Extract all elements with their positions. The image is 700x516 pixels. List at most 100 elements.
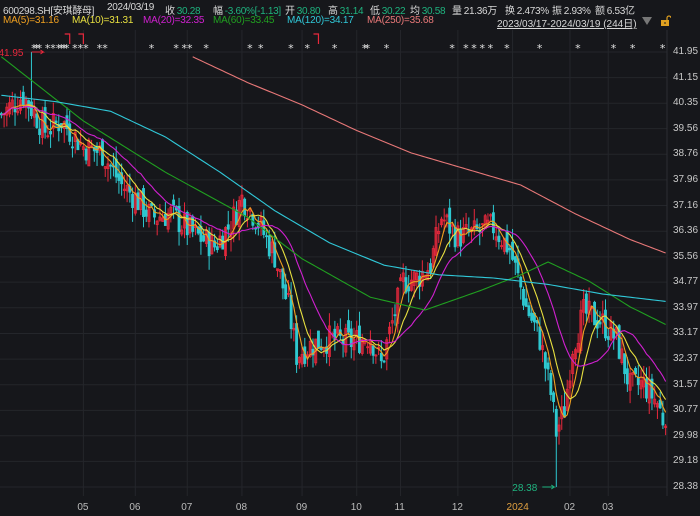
candle-body <box>549 372 553 395</box>
candle-body <box>393 314 397 317</box>
candle-body <box>448 207 452 234</box>
x-tick-label: 05 <box>77 502 89 513</box>
candle-body <box>202 235 206 242</box>
candle-body <box>215 246 219 251</box>
candle-body <box>68 123 72 142</box>
event-star-icon[interactable]: * <box>575 42 581 55</box>
candle-body <box>317 330 320 349</box>
candle-body <box>459 228 463 247</box>
y-tick-label: 28.38 <box>673 481 699 492</box>
y-tick-label: 37.96 <box>673 173 699 185</box>
candle-body <box>71 146 74 149</box>
candle-body <box>623 353 627 375</box>
candle-body <box>207 231 211 257</box>
candle-body <box>636 377 640 386</box>
event-star-icon[interactable]: * <box>537 42 543 55</box>
event-star-icon[interactable]: * <box>64 42 70 55</box>
y-tick-label: 30.77 <box>673 404 699 416</box>
event-star-icon[interactable]: * <box>288 42 294 55</box>
event-star-icon[interactable]: * <box>384 42 390 55</box>
y-tick-label: 33.97 <box>673 301 699 313</box>
candle-body <box>226 224 230 230</box>
candle-body <box>371 345 375 356</box>
candle-body <box>661 412 665 426</box>
event-star-icon[interactable]: * <box>173 42 179 55</box>
ma5-line <box>1 103 667 419</box>
event-star-icon[interactable]: * <box>365 42 371 55</box>
candle-body <box>546 362 550 370</box>
candle-body <box>109 164 113 167</box>
event-star-icon[interactable]: * <box>332 42 338 55</box>
y-tick-label: 41.15 <box>673 71 699 83</box>
x-tick-label: 08 <box>235 502 248 513</box>
event-star-icon[interactable]: * <box>630 42 636 55</box>
candle-body <box>35 113 39 128</box>
x-tick-label: 10 <box>350 502 362 513</box>
candle-body <box>54 120 58 123</box>
candle-body <box>21 91 25 106</box>
event-star-icon[interactable]: * <box>463 42 469 55</box>
min-arrow-icon <box>542 484 556 490</box>
ma-legend-item: MA(5)=31.16 <box>3 15 59 26</box>
ma-legend-item: MA(10)=31.31 <box>72 15 134 26</box>
candle-body <box>625 368 629 385</box>
event-star-icon[interactable]: * <box>258 42 264 55</box>
ma-legend-item: MA(60)=33.45 <box>213 15 275 26</box>
y-tick-label: 39.56 <box>673 122 699 134</box>
event-star-icon[interactable]: * <box>449 42 455 55</box>
candle-body <box>407 286 411 292</box>
candle-body <box>511 241 514 260</box>
x-tick-label: 07 <box>181 502 193 513</box>
min-price-label: 28.38 <box>512 483 537 494</box>
candle-body <box>295 323 299 365</box>
event-star-icon[interactable]: * <box>479 42 485 55</box>
y-tick-label: 29.18 <box>673 455 699 467</box>
candle-body <box>522 288 525 306</box>
event-star-icon[interactable]: * <box>488 42 494 55</box>
event-star-icon[interactable]: * <box>611 42 617 55</box>
y-tick-label: 31.57 <box>673 378 699 390</box>
ma-legend-item: MA(250)=35.68 <box>367 15 434 26</box>
event-star-icon[interactable]: * <box>660 42 666 55</box>
dropdown-triangle-icon[interactable] <box>642 17 652 25</box>
event-star-icon[interactable]: * <box>471 42 477 55</box>
x-tick-label: 2024 <box>506 502 529 513</box>
event-star-icon[interactable]: * <box>203 42 209 55</box>
candle-body <box>497 235 501 243</box>
y-tick-label: 33.17 <box>673 327 699 339</box>
event-star-icon[interactable]: * <box>504 42 510 55</box>
y-tick-label: 37.16 <box>673 199 699 211</box>
candle-body <box>191 215 195 232</box>
event-star-icon[interactable]: * <box>102 42 108 55</box>
candle-body <box>136 192 140 211</box>
candlestick-chart[interactable]: *** * * **** * * * * * * * * * * * * * * * ** * * * * * * * * * * * *41… <box>0 30 700 516</box>
event-star-icon[interactable]: * <box>149 42 155 55</box>
x-tick-label: 11 <box>394 502 405 513</box>
event-star-icon[interactable]: * <box>305 42 311 55</box>
lock-open-icon[interactable] <box>661 15 671 26</box>
y-tick-label: 36.36 <box>673 225 699 237</box>
candle-body <box>172 199 176 206</box>
candle-body <box>538 326 542 350</box>
x-tick-label: 09 <box>296 502 308 513</box>
flag-marker-icon <box>313 33 320 44</box>
candle-body <box>508 247 512 251</box>
candle-body <box>513 256 517 263</box>
y-tick-label: 38.76 <box>673 148 699 160</box>
max-price-label: 41.95 <box>0 48 24 59</box>
ma60-line <box>1 56 666 325</box>
candle-body <box>552 392 555 403</box>
event-star-icon[interactable]: * <box>83 42 89 55</box>
x-tick-label: 03 <box>602 502 614 513</box>
candle-body <box>144 209 148 217</box>
event-star-icon[interactable]: * <box>247 42 253 55</box>
candle-body <box>199 225 203 242</box>
candle-body <box>584 293 588 314</box>
date-range-selector[interactable]: 2023/03/17-2024/03/19 (244日) <box>497 15 637 30</box>
candle-body <box>38 128 42 136</box>
x-tick-label: 02 <box>563 502 576 513</box>
candle-body <box>382 360 386 363</box>
event-star-icon[interactable]: * <box>187 42 193 55</box>
quote-header: 600298.SH[安琪酵母] 2024/03/19 收 30.28 幅 -3.60… <box>0 2 700 17</box>
candle-body <box>453 226 457 248</box>
